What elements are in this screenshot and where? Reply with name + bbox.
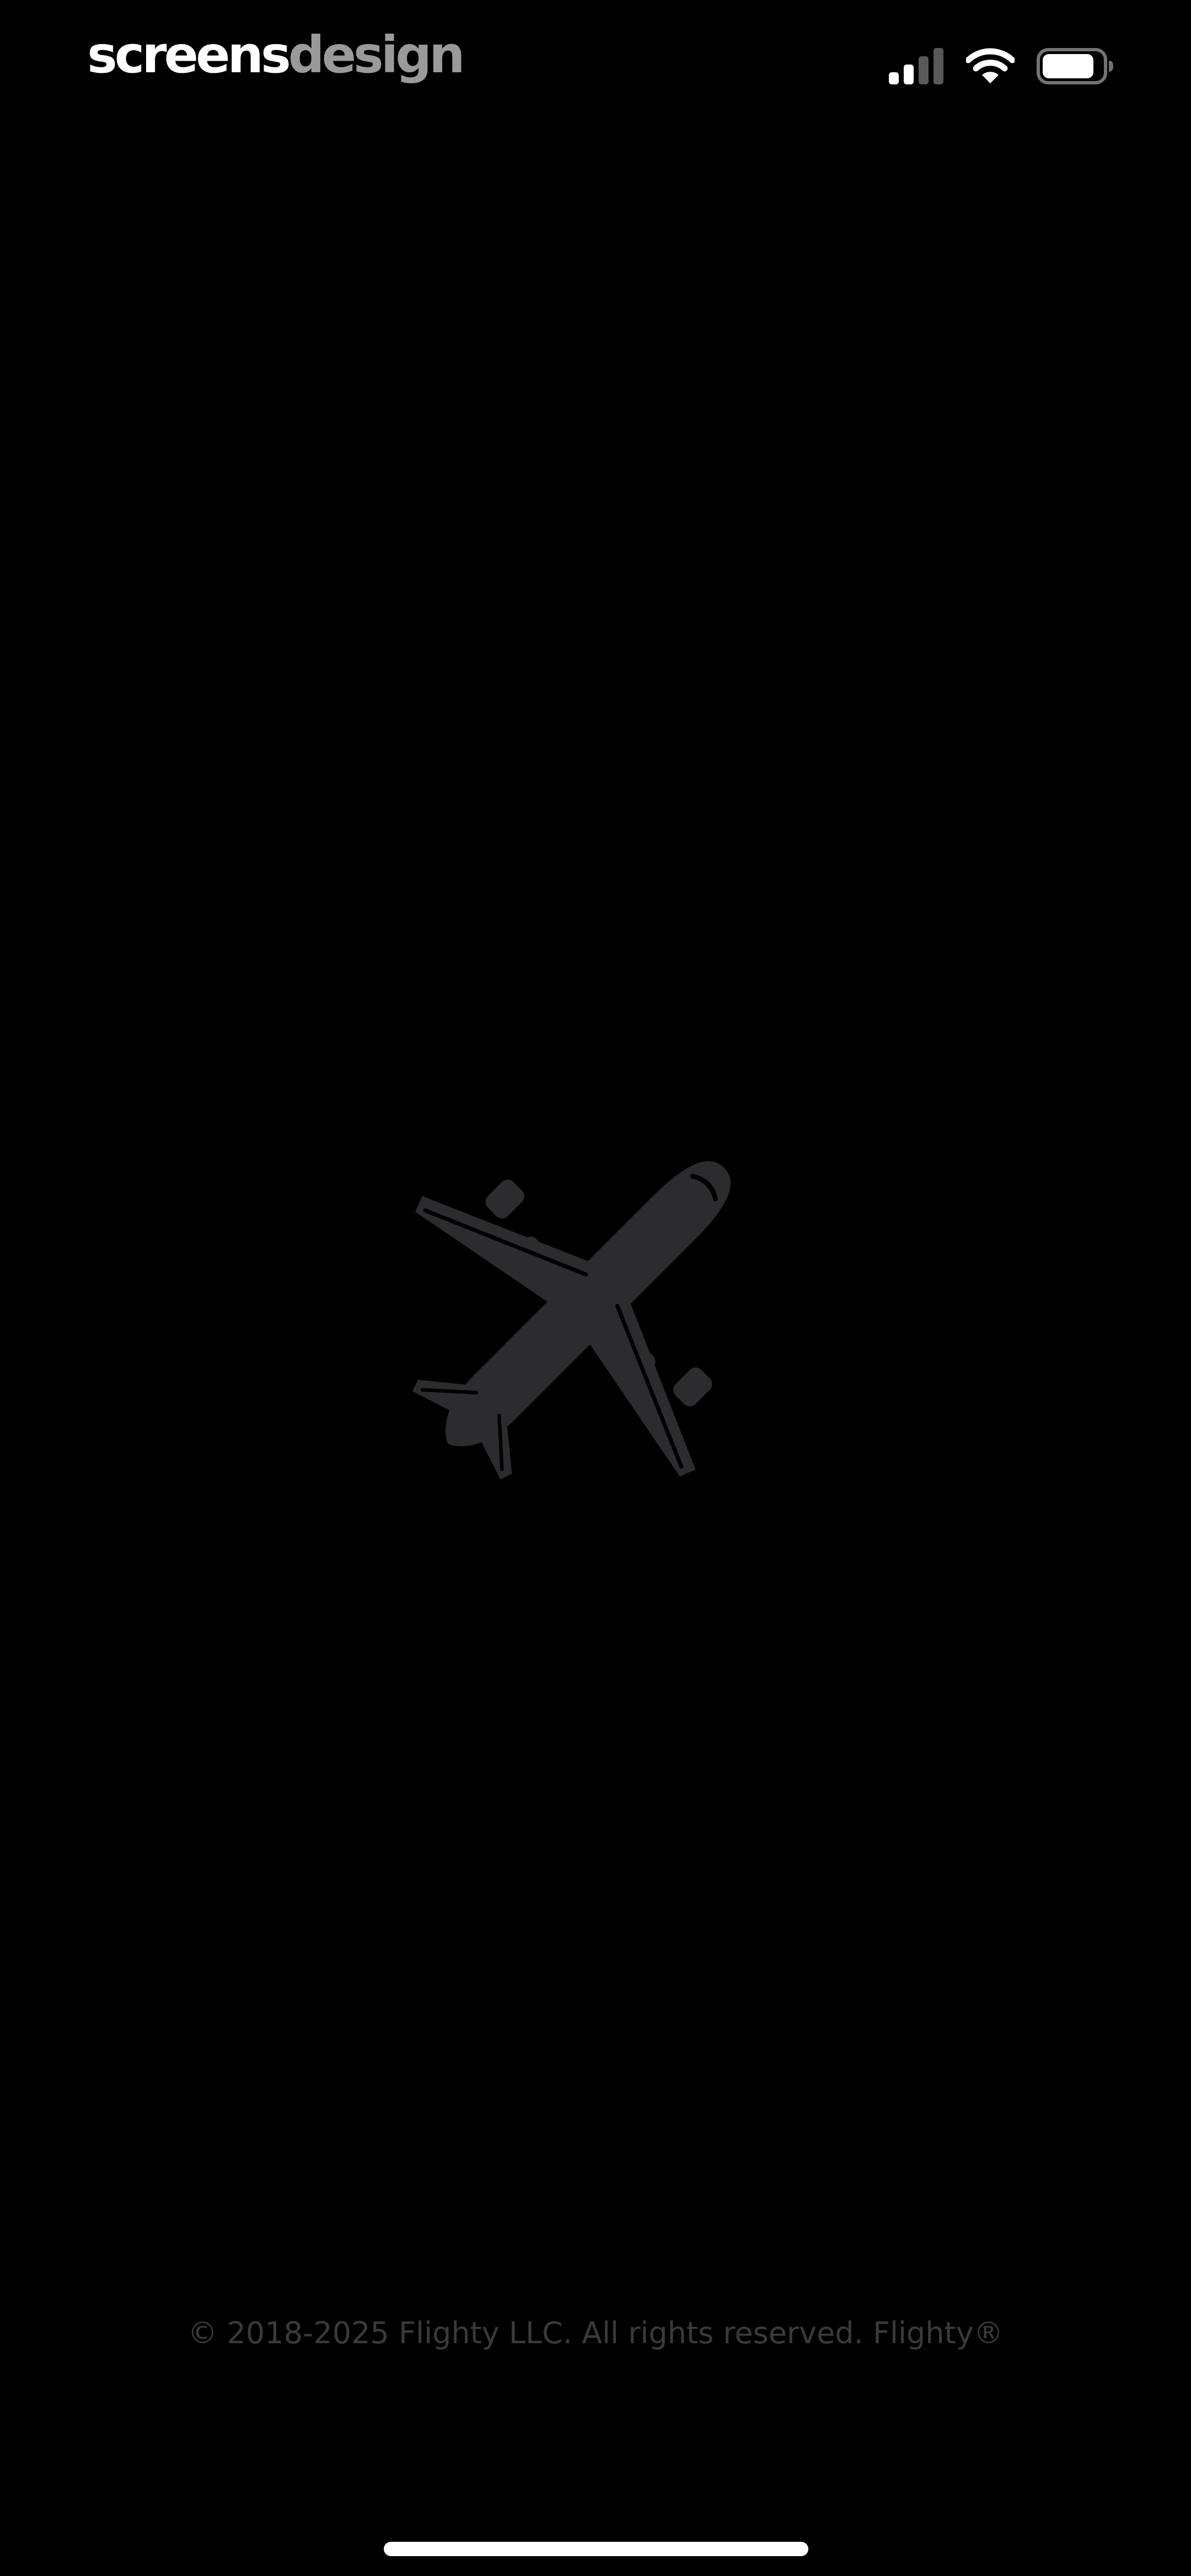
copyright-text: © 2018-2025 Flighty LLC. All rights rese…: [187, 2316, 1004, 2350]
airplane-icon: [380, 1109, 783, 1511]
status-bar: screensdesign: [0, 0, 1191, 132]
cellular-signal-icon: [889, 48, 944, 84]
wifi-icon: [966, 48, 1015, 84]
home-indicator[interactable]: [384, 2542, 808, 2556]
status-icons: [889, 44, 1114, 88]
brand-text-screens: screens: [87, 25, 291, 84]
brand-text-design: design: [288, 25, 465, 84]
brand-watermark: screensdesign: [87, 22, 465, 88]
battery-icon: [1037, 48, 1114, 84]
